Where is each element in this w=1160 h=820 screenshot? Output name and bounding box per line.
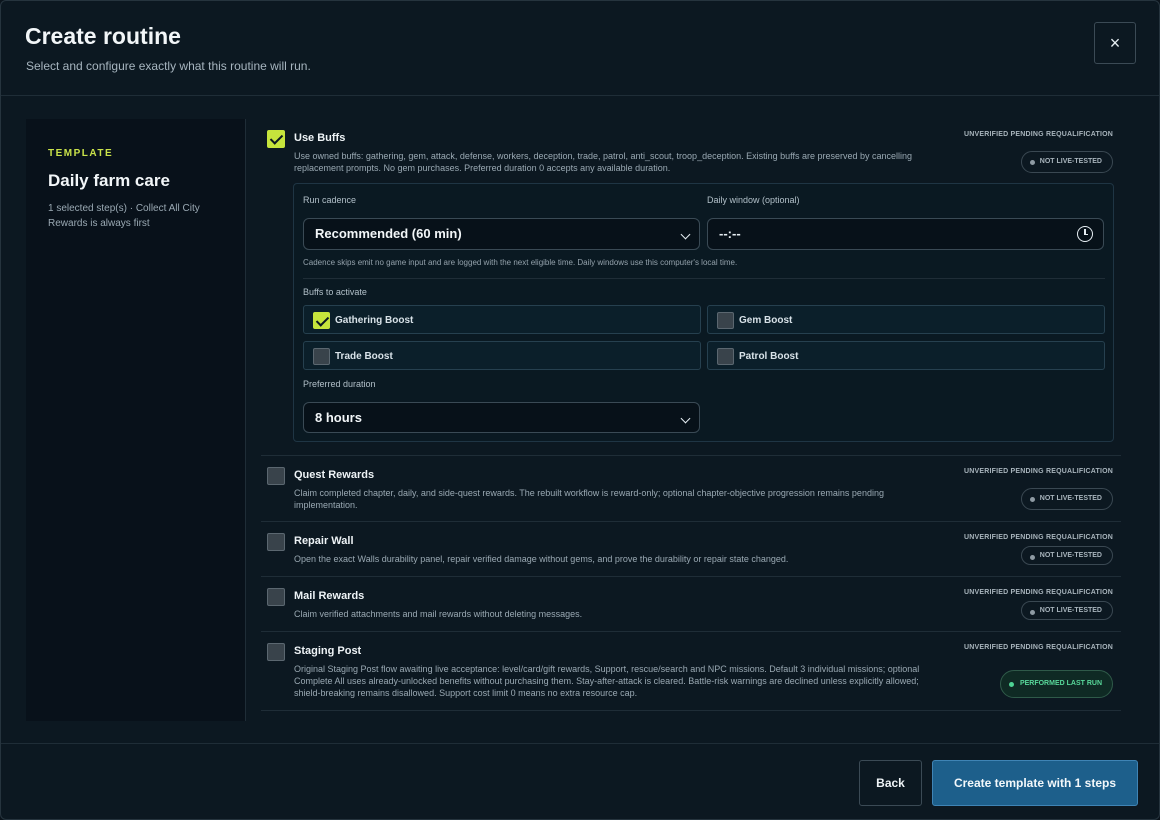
window-label: Daily window (optional) <box>707 195 800 205</box>
duration-label: Preferred duration <box>303 379 376 389</box>
step-state: UNVERIFIED PENDING REQUALIFICATION <box>963 468 1113 475</box>
back-button[interactable]: Back <box>859 760 922 806</box>
step-checkbox-quest-rewards[interactable] <box>267 467 285 485</box>
step-description: Claim verified attachments and mail rewa… <box>294 609 583 619</box>
close-icon: × <box>1109 32 1121 53</box>
status-badge: NOT LIVE-TESTED <box>1020 151 1113 173</box>
buff-checkbox[interactable] <box>313 348 330 365</box>
step-description: Claim completed chapter, daily, and side… <box>294 488 884 510</box>
cadence-value: Recommended (60 min) <box>315 226 462 241</box>
buff-option-trade-boost[interactable]: Trade Boost <box>303 341 701 370</box>
buff-label: Patrol Boost <box>739 351 799 362</box>
dialog-title: Create routine <box>25 23 181 49</box>
step-description: Open the exact Walls durability panel, r… <box>294 554 789 564</box>
divider <box>303 278 1105 279</box>
create-routine-dialog: Create routine Select and configure exac… <box>0 0 1160 820</box>
step-title: Repair Wall <box>294 535 354 547</box>
step-checkbox-staging-post[interactable] <box>267 643 285 661</box>
cadence-label: Run cadence <box>303 195 357 205</box>
buffs-label: Buffs to activate <box>303 287 367 297</box>
buff-checkbox[interactable] <box>717 348 734 365</box>
cadence-select[interactable]: Recommended (60 min) <box>303 218 700 250</box>
step-use-buffs: Use Buffs Use owned buffs: gathering, ge… <box>261 119 1121 456</box>
step-checkbox-repair-wall[interactable] <box>267 533 285 551</box>
buff-label: Gem Boost <box>739 315 793 326</box>
daily-window-input[interactable]: --:-- <box>707 218 1104 250</box>
step-title: Quest Rewards <box>294 469 375 481</box>
dialog-subtitle: Select and configure exactly what this r… <box>26 59 311 73</box>
buff-option-gathering-boost[interactable]: Gathering Boost <box>303 305 701 334</box>
step-quest-rewards: Quest Rewards Claim completed chapter, d… <box>261 456 1121 522</box>
buff-label: Trade Boost <box>335 351 393 362</box>
close-button[interactable]: × <box>1094 22 1136 64</box>
cadence-hint: Cadence skips emit no game input and are… <box>303 258 738 267</box>
buff-checkbox[interactable] <box>717 312 734 329</box>
buff-option-patrol-boost[interactable]: Patrol Boost <box>707 341 1105 370</box>
template-summary-panel: TEMPLATE Daily farm care 1 selected step… <box>26 119 246 721</box>
step-list: Use Buffs Use owned buffs: gathering, ge… <box>261 119 1121 711</box>
step-checkbox-use-buffs[interactable] <box>267 130 285 148</box>
clock-icon[interactable] <box>1077 226 1093 242</box>
step-state: UNVERIFIED PENDING REQUALIFICATION <box>963 534 1113 541</box>
step-state: UNVERIFIED PENDING REQUALIFICATION <box>963 644 1113 651</box>
template-kicker: TEMPLATE <box>48 148 114 159</box>
step-mail-rewards: Mail Rewards Claim verified attachments … <box>261 577 1121 632</box>
status-badge: PERFORMED LAST RUN <box>999 670 1113 698</box>
buff-checkbox[interactable] <box>313 312 330 329</box>
status-badge: NOT LIVE-TESTED <box>1020 601 1113 620</box>
chevron-down-icon <box>680 413 691 424</box>
template-meta: 1 selected step(s) · Collect All City Re… <box>48 203 200 229</box>
step-title: Use Buffs <box>294 132 346 144</box>
step-title: Staging Post <box>294 645 362 657</box>
template-name: Daily farm care <box>48 171 170 190</box>
use-buffs-config: Run cadence Daily window (optional) Reco… <box>293 183 1114 442</box>
create-template-button[interactable]: Create template with 1 steps <box>932 760 1138 806</box>
step-checkbox-mail-rewards[interactable] <box>267 588 285 606</box>
buff-label: Gathering Boost <box>335 315 414 326</box>
duration-value: 8 hours <box>315 410 362 425</box>
dialog-header: Create routine Select and configure exac… <box>1 1 1159 96</box>
step-staging-post: Staging Post Original Staging Post flow … <box>261 632 1121 711</box>
step-description: Use owned buffs: gathering, gem, attack,… <box>294 151 913 173</box>
status-badge: NOT LIVE-TESTED <box>1020 488 1113 510</box>
daily-window-value: --:-- <box>719 226 741 241</box>
buff-option-gem-boost[interactable]: Gem Boost <box>707 305 1105 334</box>
duration-select[interactable]: 8 hours <box>303 402 700 433</box>
dialog-footer: Back Create template with 1 steps <box>1 743 1159 819</box>
step-description: Original Staging Post flow awaiting live… <box>294 664 920 698</box>
step-title: Mail Rewards <box>294 590 365 602</box>
status-badge: NOT LIVE-TESTED <box>1020 546 1113 565</box>
step-state: UNVERIFIED PENDING REQUALIFICATION <box>963 131 1113 138</box>
step-state: UNVERIFIED PENDING REQUALIFICATION <box>963 589 1113 596</box>
chevron-down-icon <box>680 229 691 240</box>
step-repair-wall: Repair Wall Open the exact Walls durabil… <box>261 522 1121 577</box>
